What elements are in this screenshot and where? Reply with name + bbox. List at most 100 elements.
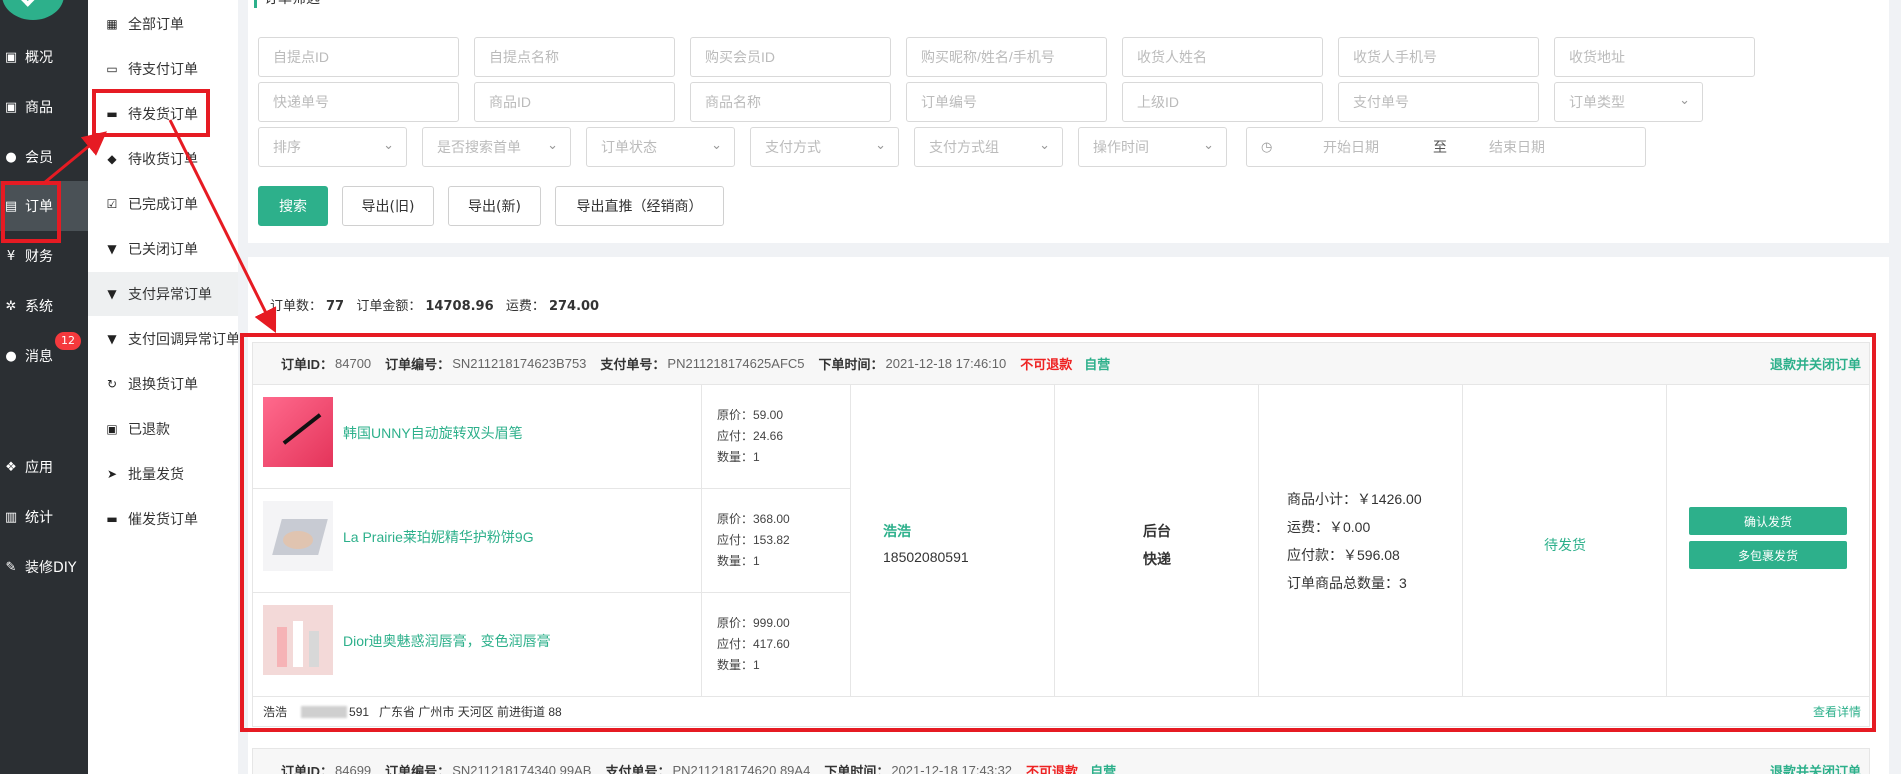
operation-time-select[interactable]: 操作时间 ⌄ bbox=[1078, 127, 1227, 167]
freight-amount: 运费：￥0.00 bbox=[1287, 519, 1371, 535]
filter-title-marker bbox=[254, 0, 257, 8]
submenu-unpaid-orders[interactable]: ▭ 待支付订单 bbox=[88, 47, 238, 91]
total-quantity: 订单商品总数量：3 bbox=[1287, 575, 1407, 591]
yen-icon: ¥ bbox=[6, 248, 16, 264]
product-row: 韩国UNNY自动旋转双头眉笔 原价：59.00 应付：24.66 数量：1 bbox=[253, 385, 850, 489]
submenu-to-ship-orders[interactable]: ▬ 待发货订单 bbox=[88, 92, 238, 136]
submenu-callback-error-orders[interactable]: ▼ 支付回调异常订单 bbox=[88, 317, 238, 361]
product-name[interactable]: 韩国UNNY自动旋转双头眉笔 bbox=[343, 423, 523, 443]
delivery-cell: 后台 快递 bbox=[1054, 385, 1258, 696]
sidebar-item-overview[interactable]: ▣ 概况 bbox=[0, 32, 88, 82]
product-price-info: 原价：59.00 应付：24.66 数量：1 bbox=[717, 408, 784, 464]
product-name[interactable]: Dior迪奥魅惑润唇膏，变色润唇膏 bbox=[343, 631, 551, 651]
refund-close-link[interactable]: 退款并关闭订单 bbox=[1770, 354, 1861, 373]
sidebar-item-orders[interactable]: ▤ 订单 bbox=[0, 181, 88, 231]
submenu-completed-orders[interactable]: ☑ 已完成订单 bbox=[88, 182, 238, 226]
search-button[interactable]: 搜索 bbox=[258, 186, 328, 226]
receiver-phone-input[interactable]: 收货人手机号 bbox=[1338, 37, 1539, 77]
goods-id-input[interactable]: 商品ID bbox=[474, 82, 675, 122]
sidebar-item-goods[interactable]: ▣ 商品 bbox=[0, 82, 88, 132]
product-image[interactable] bbox=[263, 605, 333, 675]
tracking-number-input[interactable]: 快递单号 bbox=[258, 82, 459, 122]
member-id-input[interactable]: 购买会员ID bbox=[690, 37, 891, 77]
order-number-input[interactable]: 订单编号 bbox=[906, 82, 1107, 122]
start-date-input[interactable]: 开始日期 bbox=[1323, 137, 1379, 157]
sidebar-item-diy[interactable]: ✎ 装修DIY bbox=[0, 542, 88, 592]
main-sidebar: ▣ 概况 ▣ 商品 ● 会员 ▤ 订单 ¥ 财务 ✲ 系统 ● 消息 12 ❖ 应用 ▥ 统计 ✎… bbox=[0, 0, 88, 774]
payment-number: PN211218174620 89A4 bbox=[672, 762, 811, 774]
order-type-select[interactable]: 订单类型 ⌄ bbox=[1554, 82, 1703, 122]
cup-icon: ▼ bbox=[107, 332, 117, 346]
chevron-down-icon: ⌄ bbox=[1679, 92, 1690, 107]
chevron-down-icon: ⌄ bbox=[875, 137, 886, 152]
submenu-urge-ship-orders[interactable]: ▬ 催发货订单 bbox=[88, 497, 238, 541]
paper-plane-icon: ➤ bbox=[106, 467, 118, 481]
view-detail-link[interactable]: 查看详情 bbox=[1813, 703, 1861, 720]
receiver-name-input[interactable]: 收货人姓名 bbox=[1122, 37, 1323, 77]
product-price-info: 原价：368.00 应付：153.82 数量：1 bbox=[717, 512, 790, 568]
product-price-info: 原价：999.00 应付：417.60 数量：1 bbox=[717, 616, 790, 672]
chevron-down-icon: ⌄ bbox=[1039, 137, 1050, 152]
pickup-point-id-input[interactable]: 自提点ID bbox=[258, 37, 459, 77]
order-header: 订单ID： 84699 订单编号： SN211218174340 99AB 支付单号… bbox=[253, 749, 1869, 774]
product-image[interactable] bbox=[263, 501, 333, 571]
filter-panel: 订单筛选 自提点ID 自提点名称 购买会员ID 购买昵称/姓名/手机号 收货人姓… bbox=[248, 0, 1889, 243]
sidebar-item-system[interactable]: ✲ 系统 bbox=[0, 281, 88, 331]
refresh-icon: ↻ bbox=[106, 377, 118, 391]
payment-number-input[interactable]: 支付单号 bbox=[1338, 82, 1539, 122]
submenu-batch-ship[interactable]: ➤ 批量发货 bbox=[88, 452, 238, 496]
confirm-ship-button[interactable]: 确认发货 bbox=[1689, 507, 1847, 535]
parent-id-input[interactable]: 上级ID bbox=[1122, 82, 1323, 122]
delivery-method: 快递 bbox=[1143, 551, 1171, 567]
pickup-point-name-input[interactable]: 自提点名称 bbox=[474, 37, 675, 77]
order-number: SN211218174340 99AB bbox=[452, 762, 592, 774]
export-direct-button[interactable]: 导出直推（经销商） bbox=[555, 186, 724, 226]
export-new-button[interactable]: 导出(新) bbox=[448, 186, 541, 226]
dropbox-icon: ◆ bbox=[107, 152, 117, 166]
submenu-return-orders[interactable]: ↻ 退换货订单 bbox=[88, 362, 238, 406]
chevron-down-icon: ⌄ bbox=[547, 137, 558, 152]
status-cell: 待发货 bbox=[1462, 385, 1666, 696]
product-row: La Prairie莱珀妮精华护粉饼9G 原价：368.00 应付：153.82 数… bbox=[253, 489, 850, 593]
multi-package-ship-button[interactable]: 多包裹发货 bbox=[1689, 541, 1847, 569]
receiver-address-input[interactable]: 收货地址 bbox=[1554, 37, 1755, 77]
submenu-closed-orders[interactable]: ▼ 已关闭订单 bbox=[88, 227, 238, 271]
credit-card-icon: ▭ bbox=[106, 62, 118, 76]
submenu-all-orders[interactable]: ▦ 全部订单 bbox=[88, 2, 238, 46]
sidebar-item-members[interactable]: ● 会员 bbox=[0, 132, 88, 182]
sidebar-item-stats[interactable]: ▥ 统计 bbox=[0, 492, 88, 542]
sidebar-item-apps[interactable]: ❖ 应用 bbox=[0, 442, 88, 492]
payment-method-select[interactable]: 支付方式 ⌄ bbox=[750, 127, 899, 167]
goods-subtotal: 商品小计：￥1426.00 bbox=[1287, 491, 1422, 507]
receiver-phone-tail: 591 bbox=[349, 704, 370, 719]
order-shipping: 274.00 bbox=[548, 299, 600, 314]
buyer-name[interactable]: 浩浩 bbox=[883, 521, 911, 541]
product-image[interactable] bbox=[263, 397, 333, 467]
submenu-refunded[interactable]: ▣ 已退款 bbox=[88, 407, 238, 451]
submenu-to-receive-orders[interactable]: ◆ 待收货订单 bbox=[88, 137, 238, 181]
gears-icon: ✲ bbox=[5, 298, 17, 314]
first-order-select[interactable]: 是否搜索首单 ⌄ bbox=[422, 127, 571, 167]
order-card: 订单ID： 84699 订单编号： SN211218174340 99AB 支付单号… bbox=[252, 748, 1870, 774]
order-submenu: ▦ 全部订单 ▭ 待支付订单 ▬ 待发货订单 ◆ 待收货订单 ☑ 已完成订单 ▼ 已关闭订单… bbox=[88, 0, 238, 774]
payable-amount: 应付款：￥596.08 bbox=[1287, 547, 1400, 563]
chevron-down-icon: ⌄ bbox=[1203, 137, 1214, 152]
payment-group-select[interactable]: 支付方式组 ⌄ bbox=[914, 127, 1063, 167]
order-header: 订单ID： 84700 订单编号： SN211218174623B753 支付单号：… bbox=[253, 343, 1869, 385]
product-name[interactable]: La Prairie莱珀妮精华护粉饼9G bbox=[343, 527, 534, 547]
order-time: 2021-12-18 17:43:32 bbox=[891, 762, 1013, 774]
export-old-button[interactable]: 导出(旧) bbox=[342, 186, 434, 226]
refund-close-link[interactable]: 退款并关闭订单 bbox=[1770, 761, 1861, 774]
date-range-picker[interactable]: ◷ 开始日期 至 结束日期 bbox=[1246, 127, 1646, 167]
end-date-input[interactable]: 结束日期 bbox=[1489, 137, 1545, 157]
order-id: 84699 bbox=[335, 762, 372, 774]
order-status-select[interactable]: 订单状态 ⌄ bbox=[586, 127, 735, 167]
buyer-name-phone-input[interactable]: 购买昵称/姓名/手机号 bbox=[906, 37, 1107, 77]
goods-name-input[interactable]: 商品名称 bbox=[690, 82, 891, 122]
submenu-payment-error-orders[interactable]: ▼ 支付异常订单 bbox=[88, 272, 238, 316]
check-square-icon: ☑ bbox=[106, 197, 118, 211]
truck-icon: ▬ bbox=[106, 512, 118, 526]
order-id: 84700 bbox=[335, 356, 372, 371]
sort-select[interactable]: 排序 ⌄ bbox=[258, 127, 407, 167]
sidebar-item-finance[interactable]: ¥ 财务 bbox=[0, 231, 88, 281]
